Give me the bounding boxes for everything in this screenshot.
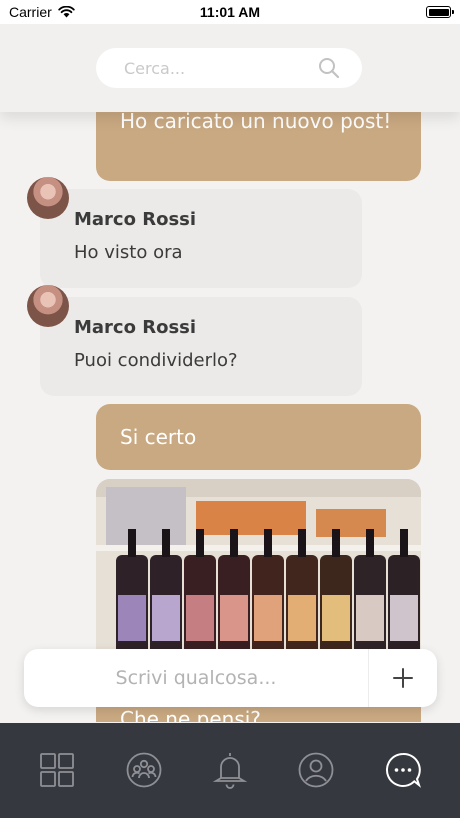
header: Cerca... — [0, 24, 460, 112]
message-input[interactable]: Scrivi qualcosa... — [24, 667, 368, 689]
profile-icon — [298, 752, 334, 788]
avatar[interactable] — [27, 285, 69, 327]
sender-name: Marco Rossi — [74, 317, 197, 338]
battery-icon — [426, 6, 454, 18]
tab-bar — [0, 723, 460, 818]
search-icon[interactable] — [318, 57, 340, 79]
message-text: Ho caricato un nuovo post! — [120, 112, 392, 133]
tab-chat[interactable] — [378, 745, 428, 795]
status-left: Carrier — [9, 4, 75, 20]
tab-home[interactable] — [32, 745, 82, 795]
wifi-icon — [58, 6, 75, 18]
search-input[interactable]: Cerca... — [96, 48, 362, 88]
search-placeholder: Cerca... — [124, 58, 186, 78]
message-text: Ho visto ora — [74, 242, 183, 263]
carrier-label: Carrier — [9, 4, 52, 20]
grid-icon — [40, 753, 75, 787]
message-composer: Scrivi qualcosa... — [24, 649, 437, 707]
message-text: Che ne pensi? — [120, 707, 261, 722]
message-text: Puoi condividerlo? — [74, 350, 238, 371]
plus-icon — [393, 668, 413, 688]
message-incoming: Marco Rossi Ho visto ora — [40, 189, 362, 288]
chat-thread[interactable]: Ho caricato un nuovo post! Marco Rossi H… — [0, 112, 460, 722]
status-bar: Carrier 11:01 AM — [0, 0, 460, 24]
message-incoming: Marco Rossi Puoi condividerlo? — [40, 297, 362, 396]
chat-bubble-icon — [385, 752, 421, 788]
message-outgoing: Ho caricato un nuovo post! — [96, 112, 421, 181]
community-icon — [126, 752, 161, 788]
sender-name: Marco Rossi — [74, 209, 197, 230]
avatar[interactable] — [27, 177, 69, 219]
tab-profile[interactable] — [291, 745, 341, 795]
message-outgoing: Si certo — [96, 404, 421, 470]
add-attachment-button[interactable] — [369, 649, 437, 707]
tab-community[interactable] — [119, 745, 169, 795]
bell-icon — [212, 753, 248, 789]
message-text: Si certo — [120, 425, 197, 449]
tab-notifications[interactable] — [205, 745, 255, 795]
